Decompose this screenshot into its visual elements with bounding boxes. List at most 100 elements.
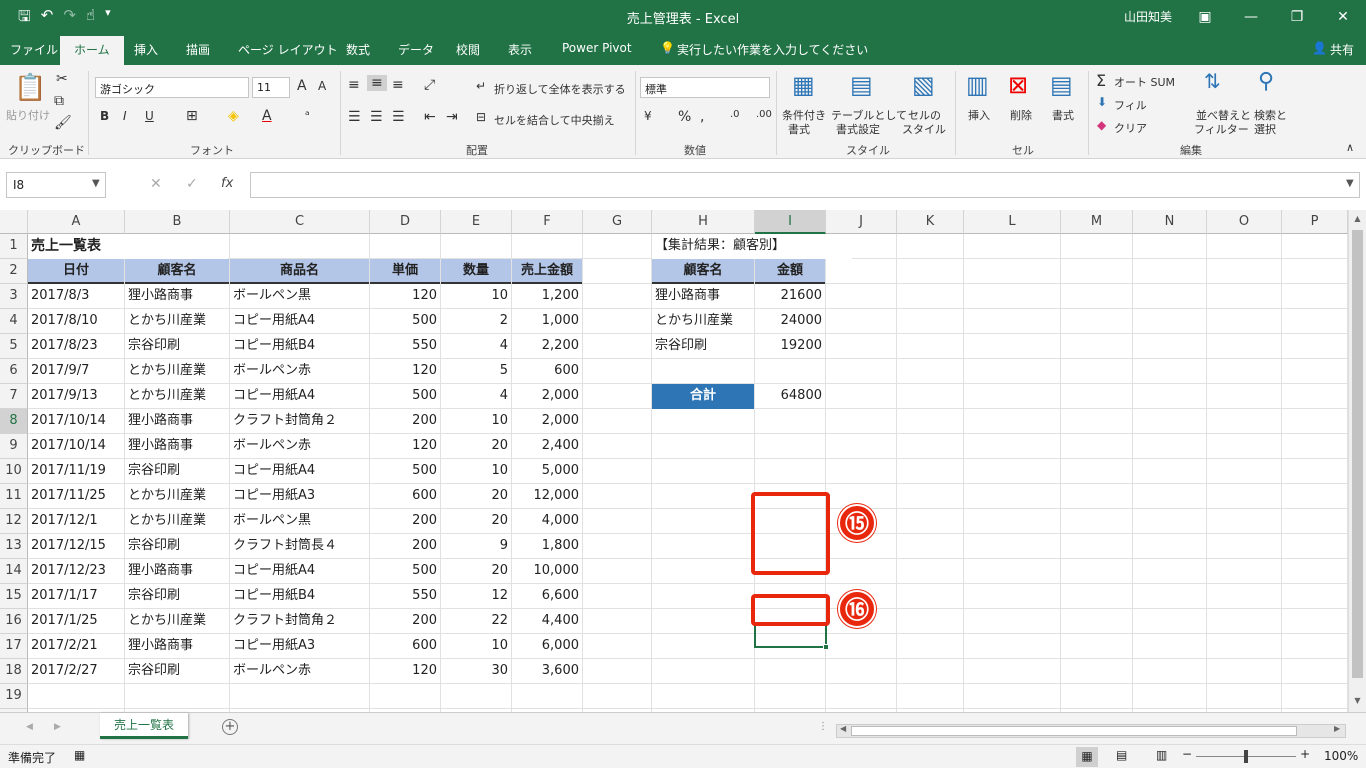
format-as-table-label-2[interactable]: 書式設定: [836, 121, 880, 137]
autosum-icon[interactable]: Σ: [1096, 71, 1106, 90]
row-header-12[interactable]: 12: [0, 509, 28, 534]
table-cell[interactable]: 2017/2/21: [28, 634, 124, 659]
table-cell[interactable]: 2,200: [512, 334, 582, 359]
table-cell[interactable]: 3,600: [512, 659, 582, 684]
table-cell[interactable]: 2,000: [512, 409, 582, 434]
table-cell[interactable]: 2017/10/14: [28, 409, 124, 434]
increase-font-icon[interactable]: A: [297, 78, 307, 94]
table-cell[interactable]: 20: [441, 559, 511, 584]
table-cell[interactable]: 10: [441, 634, 511, 659]
table-cell[interactable]: 宗谷印刷: [125, 459, 229, 484]
tab-view[interactable]: 表示: [508, 41, 532, 58]
table-cell[interactable]: 狸小路商事: [125, 284, 229, 309]
table-cell[interactable]: 10: [441, 284, 511, 309]
table-cell[interactable]: 22: [441, 609, 511, 634]
table-cell[interactable]: ボールペン黒: [230, 284, 369, 309]
table-cell[interactable]: 宗谷印刷: [125, 534, 229, 559]
table-cell[interactable]: 10: [441, 459, 511, 484]
table-cell[interactable]: 2017/12/1: [28, 509, 124, 534]
paste-button[interactable]: 貼り付け: [6, 107, 50, 123]
table-cell[interactable]: 2017/8/3: [28, 284, 124, 309]
tab-split-handle[interactable]: ⋮: [818, 721, 828, 732]
table-cell[interactable]: 20: [441, 509, 511, 534]
conditional-format-icon[interactable]: ▦: [792, 71, 815, 99]
cell-styles-icon[interactable]: ▧: [912, 71, 935, 99]
table-cell[interactable]: とかち川産業: [125, 359, 229, 384]
table-cell[interactable]: 2017/9/13: [28, 384, 124, 409]
page-break-view-icon[interactable]: ▥: [1156, 748, 1167, 762]
sort-filter-icon[interactable]: ⇅: [1204, 69, 1221, 93]
table-cell[interactable]: とかち川産業: [125, 309, 229, 334]
summary-amount-cell[interactable]: 21600: [755, 284, 825, 309]
ribbon-display-icon[interactable]: ▣: [1182, 0, 1228, 33]
row-header-9[interactable]: 9: [0, 434, 28, 459]
paste-icon[interactable]: 📋: [14, 73, 46, 103]
sheet-tab-sales-list[interactable]: 売上一覧表: [100, 713, 188, 739]
font-name-select[interactable]: 游ゴシック: [95, 77, 249, 98]
table-cell[interactable]: コピー用紙A4: [230, 459, 369, 484]
table-cell[interactable]: 2017/1/25: [28, 609, 124, 634]
align-bottom-icon[interactable]: ≡: [392, 77, 404, 93]
table-cell[interactable]: 20: [441, 434, 511, 459]
table-cell[interactable]: コピー用紙A4: [230, 309, 369, 334]
scroll-left-icon[interactable]: ◀: [840, 724, 846, 733]
table-cell[interactable]: 2,000: [512, 384, 582, 409]
zoom-in-icon[interactable]: +: [1300, 747, 1310, 761]
table-cell[interactable]: 120: [370, 434, 440, 459]
table-cell[interactable]: 120: [370, 659, 440, 684]
table-cell[interactable]: 2,400: [512, 434, 582, 459]
format-cells-button[interactable]: 書式: [1052, 107, 1074, 123]
table-header-cell[interactable]: 数量: [441, 259, 511, 284]
table-cell[interactable]: 1,800: [512, 534, 582, 559]
copy-icon[interactable]: ⧉: [54, 93, 64, 109]
table-cell[interactable]: 200: [370, 534, 440, 559]
table-cell[interactable]: 2017/8/10: [28, 309, 124, 334]
table-cell[interactable]: 狸小路商事: [125, 409, 229, 434]
table-cell[interactable]: 4,400: [512, 609, 582, 634]
table-cell[interactable]: 4: [441, 334, 511, 359]
increase-decimal-icon[interactable]: .0: [730, 109, 740, 120]
row-header-15[interactable]: 15: [0, 584, 28, 609]
table-cell[interactable]: 1,200: [512, 284, 582, 309]
horizontal-scroll-thumb[interactable]: [851, 726, 1297, 736]
format-as-table-icon[interactable]: ▤: [850, 71, 873, 99]
cell-styles-label-2[interactable]: スタイル: [902, 121, 946, 137]
share-icon[interactable]: 👤: [1312, 41, 1327, 55]
table-cell[interactable]: 500: [370, 559, 440, 584]
table-cell[interactable]: 2017/11/19: [28, 459, 124, 484]
table-cell[interactable]: とかち川産業: [125, 384, 229, 409]
table-cell[interactable]: 狸小路商事: [125, 634, 229, 659]
horizontal-scrollbar[interactable]: ◀ ▶: [836, 724, 1346, 738]
percent-icon[interactable]: %: [678, 109, 691, 125]
table-cell[interactable]: 2: [441, 309, 511, 334]
table-cell[interactable]: 狸小路商事: [125, 559, 229, 584]
table-cell[interactable]: 2017/9/7: [28, 359, 124, 384]
share-button[interactable]: 共有: [1330, 41, 1354, 58]
new-sheet-icon[interactable]: +: [222, 719, 238, 735]
format-painter-icon[interactable]: 🖌: [54, 115, 72, 131]
table-cell[interactable]: 4,000: [512, 509, 582, 534]
table-cell[interactable]: 2017/11/25: [28, 484, 124, 509]
tab-insert[interactable]: 挿入: [134, 41, 158, 58]
row-header-19[interactable]: 19: [0, 684, 28, 709]
summary-total-label[interactable]: 合計: [652, 384, 754, 409]
align-center-icon[interactable]: ☰: [370, 109, 383, 125]
table-cell[interactable]: 宗谷印刷: [125, 659, 229, 684]
column-header-e[interactable]: E: [441, 210, 512, 234]
tab-home[interactable]: ホーム: [60, 36, 124, 65]
font-size-select[interactable]: 11: [252, 77, 290, 98]
autosum-button[interactable]: オート SUM: [1114, 74, 1175, 90]
select-all-corner[interactable]: [0, 210, 28, 234]
fill-color-icon[interactable]: ◈: [228, 108, 239, 124]
table-cell[interactable]: 9: [441, 534, 511, 559]
zoom-slider-thumb[interactable]: [1244, 750, 1248, 763]
column-header-l[interactable]: L: [964, 210, 1061, 234]
align-middle-icon[interactable]: ≡: [367, 75, 387, 91]
table-cell[interactable]: 1,000: [512, 309, 582, 334]
format-cells-icon[interactable]: ▤: [1050, 71, 1073, 99]
table-cell[interactable]: 550: [370, 584, 440, 609]
align-right-icon[interactable]: ☰: [392, 109, 405, 125]
conditional-format-label-2[interactable]: 書式: [788, 121, 810, 137]
table-cell[interactable]: 120: [370, 284, 440, 309]
table-cell[interactable]: 200: [370, 609, 440, 634]
